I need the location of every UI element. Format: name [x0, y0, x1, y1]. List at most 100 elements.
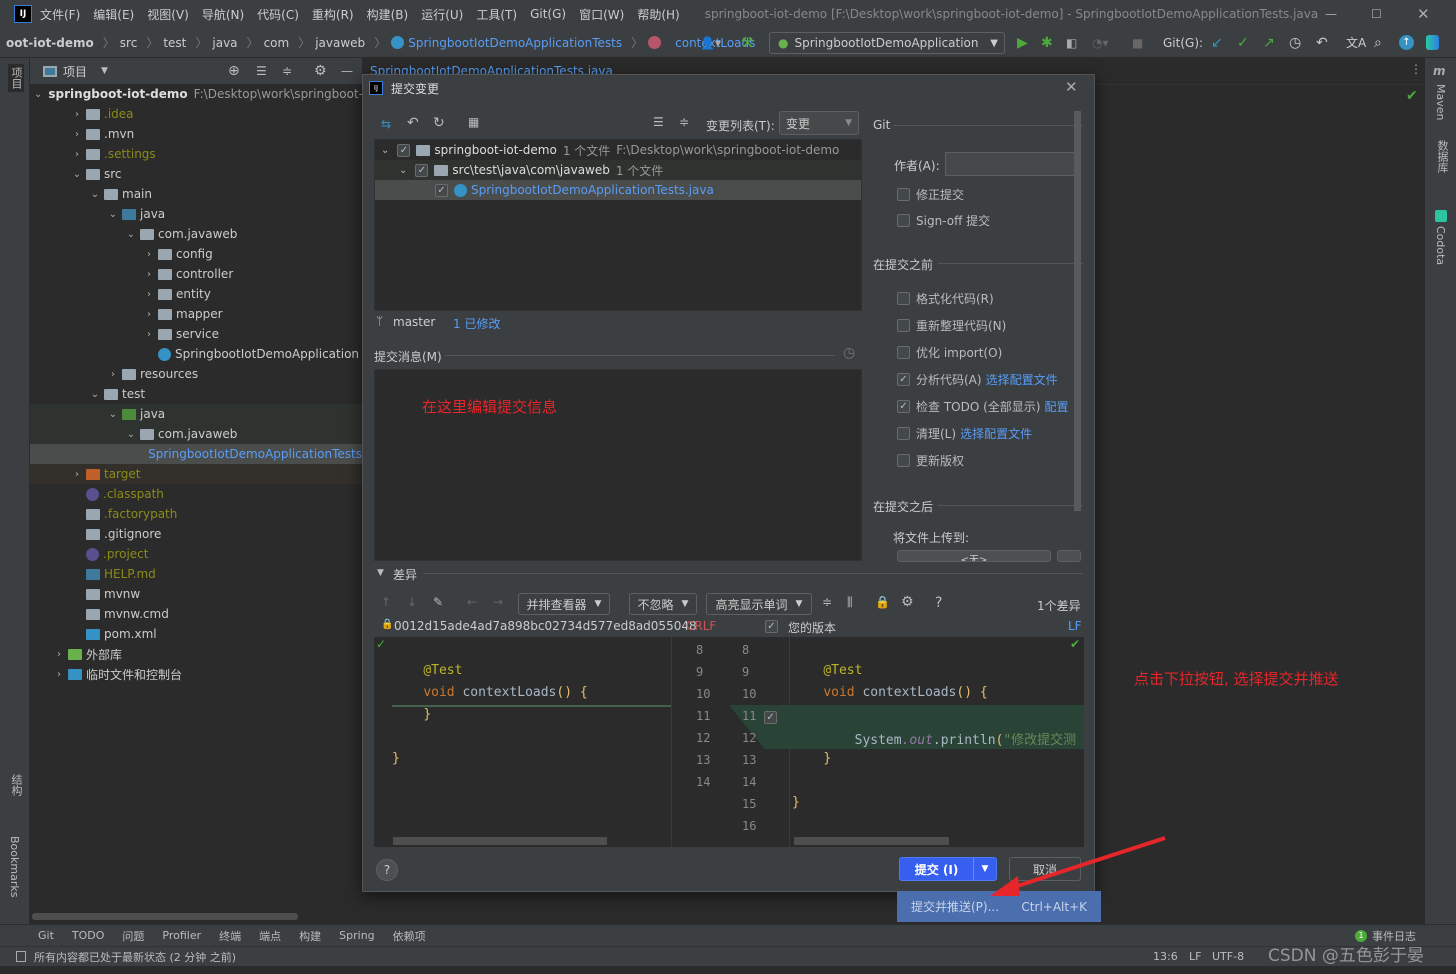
chevron-right-icon[interactable]: › — [70, 469, 84, 480]
tree-item[interactable]: › .idea — [30, 104, 362, 124]
tool-tab-问题[interactable]: 问题 — [122, 928, 144, 944]
next-diff-icon[interactable]: ↓ — [407, 595, 417, 609]
menu-item[interactable]: 工具(T) — [476, 6, 517, 23]
chevron-right-icon[interactable]: › — [142, 289, 156, 300]
rollback-icon[interactable]: ↶ — [407, 115, 419, 131]
chevron-down-icon[interactable]: ⌄ — [70, 169, 84, 180]
breadcrumb-javaweb[interactable]: javaweb — [315, 36, 365, 50]
tree-item[interactable]: SpringbootIotDemoApplication — [30, 344, 362, 364]
include-checkbox[interactable]: ✓ — [765, 620, 778, 633]
option-config-link[interactable]: 配置 — [1044, 398, 1068, 415]
tree-item[interactable]: mvnw — [30, 584, 362, 604]
chevron-right-icon[interactable]: › — [106, 369, 120, 380]
tree-item[interactable]: ⌄ java — [30, 204, 362, 224]
refresh-icon[interactable]: ↻ — [433, 115, 445, 131]
profile-icon[interactable]: ◔▾ — [1092, 36, 1109, 50]
tree-item[interactable]: › 外部库 — [30, 644, 362, 664]
collapse-unchanged-icon[interactable]: ≑ — [822, 595, 832, 609]
close-icon[interactable]: ✕ — [1065, 78, 1078, 96]
tool-tab-终端[interactable]: 终端 — [219, 928, 241, 944]
signoff-checkbox[interactable]: Sign-off 提交 — [897, 212, 990, 229]
minimize-button[interactable]: — — [1325, 7, 1337, 21]
modified-count[interactable]: 1 已修改 — [453, 315, 500, 332]
viewer-select[interactable]: 并排查看器 ▼ — [518, 593, 610, 615]
menu-item[interactable]: Git(G) — [530, 7, 566, 21]
forward-icon[interactable]: → — [493, 595, 503, 609]
tool-tab-profiler[interactable]: Profiler — [162, 929, 201, 942]
chevron-right-icon[interactable]: › — [52, 649, 66, 660]
before-commit-option[interactable]: 清理(L) 选择配置文件 — [897, 425, 1032, 442]
chevron-right-icon[interactable]: › — [52, 669, 66, 680]
breadcrumb-src[interactable]: src — [120, 36, 138, 50]
tool-tab-端点[interactable]: 端点 — [259, 928, 281, 944]
status-toggle-icon[interactable] — [16, 951, 26, 962]
update-icon[interactable]: ↑ — [1399, 35, 1414, 50]
before-commit-option[interactable]: 格式化代码(R) — [897, 290, 998, 307]
line-separator[interactable]: LF — [1189, 950, 1201, 963]
show-diff-icon[interactable]: ⇆ — [381, 117, 391, 131]
tool-tab-构建[interactable]: 构建 — [299, 928, 321, 944]
chevron-right-icon[interactable]: › — [70, 129, 84, 140]
tree-item[interactable]: ⌄ java — [30, 404, 362, 424]
tree-item[interactable]: ⌄ test — [30, 384, 362, 404]
menu-item[interactable]: 窗口(W) — [579, 6, 624, 23]
chevron-down-icon[interactable]: ⌄ — [88, 189, 102, 200]
chevron-right-icon[interactable]: › — [142, 309, 156, 320]
chevron-right-icon[interactable]: › — [142, 269, 156, 280]
structure-tool-tab[interactable]: 结构 — [8, 774, 24, 796]
tree-item[interactable]: › service — [30, 324, 362, 344]
chevron-down-icon[interactable]: ⌄ — [106, 409, 120, 420]
group-by-icon[interactable]: ▦ — [468, 115, 479, 129]
menu-item[interactable]: 帮助(H) — [637, 6, 679, 23]
tree-item[interactable]: › entity — [30, 284, 362, 304]
project-tool-tab[interactable]: 项目 — [8, 64, 24, 92]
tree-item[interactable]: .classpath — [30, 484, 362, 504]
file-encoding[interactable]: UTF-8 — [1212, 950, 1244, 963]
before-commit-option[interactable]: 更新版权 — [897, 452, 968, 469]
tree-item[interactable]: HELP.md — [30, 564, 362, 584]
commit-button[interactable]: 提交 (I) — [900, 858, 974, 880]
chevron-down-icon[interactable]: ⌄ — [124, 229, 138, 240]
stop-icon[interactable]: ■ — [1132, 36, 1143, 50]
chevron-right-icon[interactable]: › — [142, 249, 156, 260]
gear-icon[interactable]: ⚙ — [314, 63, 327, 79]
chevron-down-icon[interactable]: ⌄ — [106, 209, 120, 220]
tree-item[interactable]: ⌄ com.javaweb — [30, 224, 362, 244]
project-horizontal-scrollbar[interactable] — [32, 913, 298, 920]
tree-item[interactable]: mvnw.cmd — [30, 604, 362, 624]
build-hammer-icon[interactable]: ⚒ — [741, 35, 754, 51]
close-window-button[interactable]: ✕ — [1417, 5, 1430, 23]
tree-item[interactable]: ⌄ main — [30, 184, 362, 204]
chevron-down-icon[interactable]: ⌄ — [381, 145, 389, 156]
project-view-select[interactable]: 项目 — [63, 63, 87, 80]
left-h-scrollbar[interactable] — [393, 837, 607, 845]
sync-scroll-icon[interactable]: ⫼ — [847, 595, 853, 610]
menu-item[interactable]: 视图(V) — [147, 6, 189, 23]
tree-item[interactable]: › controller — [30, 264, 362, 284]
tree-item[interactable]: .gitignore — [30, 524, 362, 544]
edit-icon[interactable]: ✎ — [433, 595, 443, 609]
changelist-select[interactable]: 变更 ▼ — [779, 111, 859, 135]
more-icon[interactable]: ⋮ — [1410, 62, 1422, 76]
options-scrollbar[interactable] — [1074, 111, 1081, 511]
option-config-link[interactable]: 选择配置文件 — [986, 371, 1058, 388]
tree-item[interactable]: pom.xml — [30, 624, 362, 644]
ignore-select[interactable]: 不忽略 ▼ — [629, 593, 697, 615]
coverage-icon[interactable]: ◧ — [1066, 36, 1077, 50]
run-configuration-select[interactable]: ● SpringbootIotDemoApplication ▼ — [769, 32, 1005, 54]
tree-item[interactable]: .project — [30, 544, 362, 564]
dir-checkbox[interactable]: ✓ — [415, 163, 429, 177]
message-history-icon[interactable]: ◷ — [843, 345, 855, 361]
user-icon[interactable]: 👤▾ — [700, 36, 721, 50]
before-commit-option[interactable]: 优化 import(O) — [897, 344, 1006, 361]
menu-item[interactable]: 文件(F) — [40, 6, 80, 23]
root-checkbox[interactable]: ✓ — [397, 143, 411, 157]
tree-item[interactable]: ⌄ src — [30, 164, 362, 184]
maximize-button[interactable]: ☐ — [1371, 7, 1382, 21]
back-icon[interactable]: ← — [467, 595, 477, 609]
codota-tool-tab[interactable]: Codota — [1434, 226, 1447, 265]
git-update-icon[interactable]: ↙ — [1211, 35, 1223, 51]
debug-icon[interactable]: ✱ — [1041, 35, 1053, 51]
breadcrumb-java[interactable]: java — [212, 36, 237, 50]
maven-tool-tab[interactable]: Maven — [1434, 84, 1447, 120]
